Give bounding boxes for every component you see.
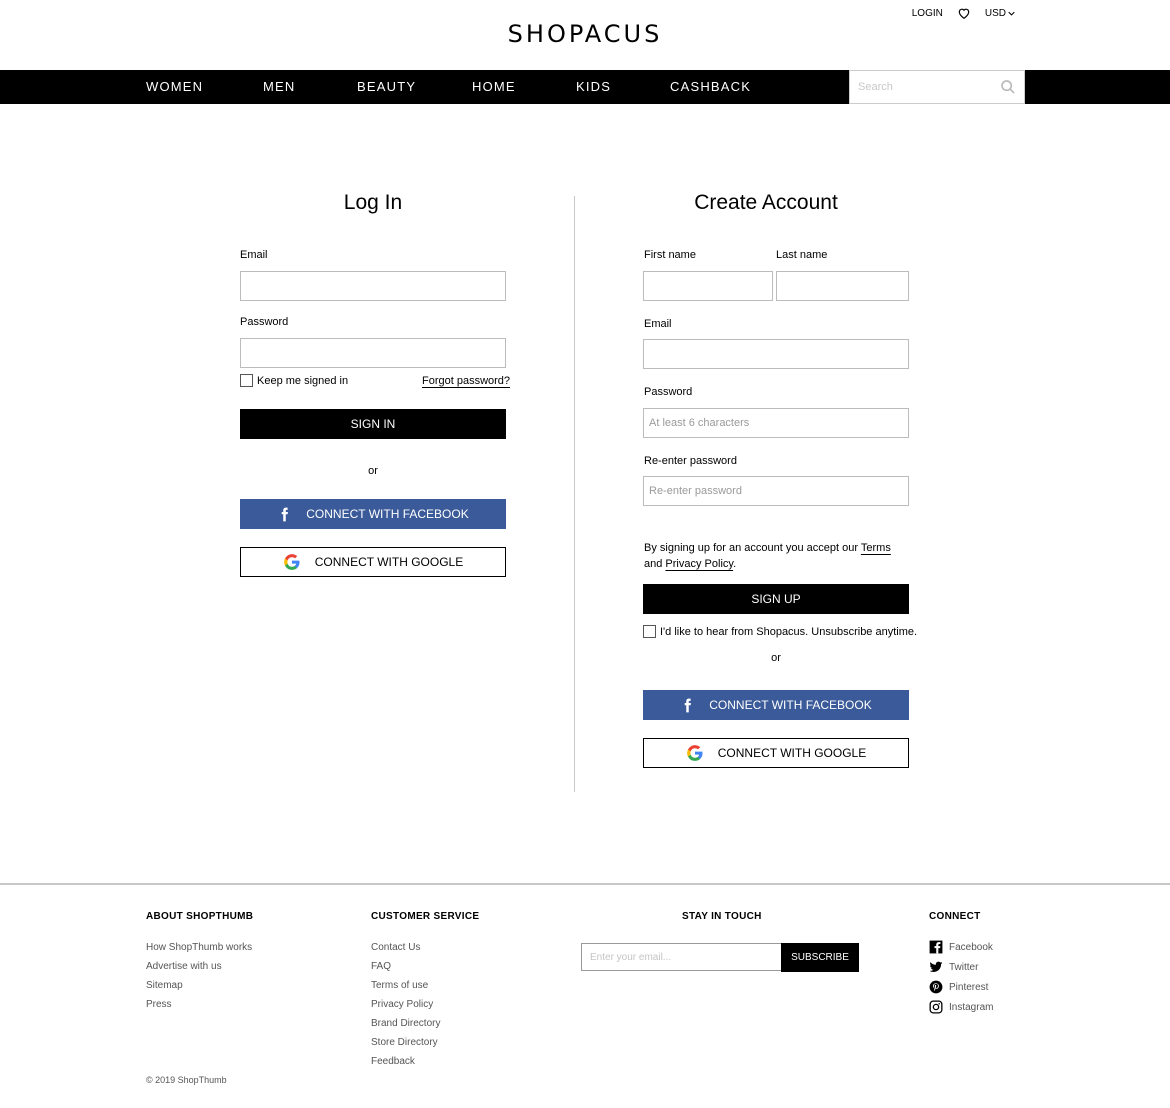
signup-facebook-button[interactable]: CONNECT WITH FACEBOOK bbox=[643, 690, 909, 720]
footer-service-list: Contact Us FAQ Terms of use Privacy Poli… bbox=[371, 941, 440, 1074]
footer-link[interactable]: Advertise with us bbox=[146, 960, 252, 979]
login-google-button[interactable]: CONNECT WITH GOOGLE bbox=[240, 547, 506, 577]
instagram-icon bbox=[929, 1000, 943, 1014]
header: SHOPACUS LOGIN USD bbox=[0, 0, 1170, 70]
login-password-label: Password bbox=[240, 316, 289, 328]
facebook-icon bbox=[929, 940, 943, 954]
social-link-instagram[interactable]: Instagram bbox=[929, 1000, 993, 1014]
keep-signed-in-checkbox[interactable] bbox=[240, 374, 253, 387]
footer-link[interactable]: Contact Us bbox=[371, 941, 440, 960]
social-link-twitter[interactable]: Twitter bbox=[929, 960, 978, 974]
reenter-password-field[interactable] bbox=[643, 476, 909, 506]
footer-link[interactable]: FAQ bbox=[371, 960, 440, 979]
keep-signed-in-label: Keep me signed in bbox=[257, 375, 349, 387]
login-password-field[interactable] bbox=[240, 338, 506, 368]
signup-google-label: CONNECT WITH GOOGLE bbox=[717, 746, 867, 760]
nav-item-home[interactable]: HOME bbox=[472, 70, 516, 104]
first-name-field[interactable] bbox=[643, 271, 773, 301]
first-name-label: First name bbox=[644, 249, 696, 261]
login-or-divider: or bbox=[368, 465, 378, 477]
last-name-label: Last name bbox=[776, 249, 828, 261]
social-link-facebook[interactable]: Facebook bbox=[929, 940, 993, 954]
footer-stay-title: STAY IN TOUCH bbox=[682, 911, 762, 922]
nav-item-cashback[interactable]: CASHBACK bbox=[670, 70, 751, 104]
reenter-password-label: Re-enter password bbox=[644, 455, 737, 467]
terms-link[interactable]: Terms bbox=[861, 542, 891, 554]
footer-link[interactable]: Feedback bbox=[371, 1055, 440, 1074]
nav-item-kids[interactable]: KIDS bbox=[576, 70, 611, 104]
sign-up-button[interactable]: SIGN UP bbox=[643, 584, 909, 614]
signup-google-button[interactable]: CONNECT WITH GOOGLE bbox=[643, 738, 909, 768]
search-icon[interactable] bbox=[1000, 79, 1016, 95]
facebook-icon bbox=[281, 507, 289, 521]
subscribe-button[interactable]: SUBSCRIBE bbox=[781, 943, 859, 972]
facebook-icon bbox=[684, 698, 692, 712]
sign-in-button[interactable]: SIGN IN bbox=[240, 409, 506, 439]
footer-connect-title: CONNECT bbox=[929, 911, 981, 922]
footer-link[interactable]: Privacy Policy bbox=[371, 998, 440, 1017]
social-label: Pinterest bbox=[949, 981, 989, 993]
social-link-pinterest[interactable]: Pinterest bbox=[929, 980, 988, 994]
signup-password-label: Password bbox=[644, 386, 693, 398]
newsletter-email-input[interactable] bbox=[581, 943, 782, 971]
footer-link[interactable]: Brand Directory bbox=[371, 1017, 440, 1036]
login-facebook-button[interactable]: CONNECT WITH FACEBOOK bbox=[240, 499, 506, 529]
signup-or-divider: or bbox=[771, 652, 781, 664]
login-facebook-label: CONNECT WITH FACEBOOK bbox=[306, 507, 469, 521]
column-divider bbox=[574, 196, 575, 792]
newsletter-label: I'd like to hear from Shopacus. Unsubscr… bbox=[660, 626, 918, 638]
search-input[interactable] bbox=[850, 71, 990, 103]
heart-icon[interactable] bbox=[957, 6, 971, 20]
login-title: Log In bbox=[343, 191, 403, 214]
login-link[interactable]: LOGIN bbox=[912, 8, 943, 19]
footer-link[interactable]: How ShopThumb works bbox=[146, 941, 252, 960]
login-email-label: Email bbox=[240, 249, 268, 261]
nav-item-beauty[interactable]: BEAUTY bbox=[357, 70, 416, 104]
signup-title: Create Account bbox=[694, 191, 838, 214]
newsletter-checkbox[interactable] bbox=[643, 625, 656, 638]
footer-link[interactable]: Store Directory bbox=[371, 1036, 440, 1055]
copyright: © 2019 ShopThumb bbox=[146, 1075, 227, 1085]
nav-item-women[interactable]: WOMEN bbox=[146, 70, 203, 104]
utility-nav: LOGIN USD bbox=[912, 6, 1015, 20]
login-google-label: CONNECT WITH GOOGLE bbox=[314, 555, 464, 569]
terms-period: . bbox=[733, 558, 737, 570]
currency-label: USD bbox=[984, 7, 1006, 19]
main-nav: WOMEN MEN BEAUTY HOME KIDS CASHBACK bbox=[0, 70, 1170, 104]
terms-notice: By signing up for an account you accept … bbox=[644, 540, 914, 572]
signup-facebook-label: CONNECT WITH FACEBOOK bbox=[709, 698, 872, 712]
footer-link[interactable]: Press bbox=[146, 998, 252, 1017]
terms-and: and bbox=[644, 558, 663, 570]
nav-item-men[interactable]: MEN bbox=[263, 70, 296, 104]
signup-password-field[interactable] bbox=[643, 408, 909, 438]
social-label: Facebook bbox=[949, 941, 993, 953]
google-icon bbox=[686, 745, 703, 761]
signup-email-field[interactable] bbox=[643, 339, 909, 369]
forgot-password-link[interactable]: Forgot password? bbox=[422, 375, 510, 387]
footer-about-list: How ShopThumb works Advertise with us Si… bbox=[146, 941, 252, 1017]
login-email-field[interactable] bbox=[240, 271, 506, 301]
footer-link[interactable]: Sitemap bbox=[146, 979, 252, 998]
signup-email-label: Email bbox=[644, 318, 672, 330]
twitter-icon bbox=[929, 961, 943, 973]
currency-selector[interactable]: USD bbox=[985, 8, 1015, 19]
footer-about-title: ABOUT SHOPTHUMB bbox=[146, 911, 254, 922]
google-icon bbox=[283, 554, 300, 570]
privacy-policy-link[interactable]: Privacy Policy bbox=[665, 558, 733, 570]
social-label: Twitter bbox=[949, 961, 979, 973]
footer-divider bbox=[0, 883, 1170, 885]
search-box bbox=[849, 70, 1025, 104]
last-name-field[interactable] bbox=[776, 271, 909, 301]
footer-link[interactable]: Terms of use bbox=[371, 979, 440, 998]
terms-prefix: By signing up for an account you accept … bbox=[644, 542, 859, 554]
footer-service-title: CUSTOMER SERVICE bbox=[371, 911, 480, 922]
social-label: Instagram bbox=[949, 1001, 994, 1013]
chevron-down-icon bbox=[1008, 11, 1015, 16]
site-logo[interactable]: SHOPACUS bbox=[0, 20, 1170, 48]
pinterest-icon bbox=[929, 980, 943, 994]
